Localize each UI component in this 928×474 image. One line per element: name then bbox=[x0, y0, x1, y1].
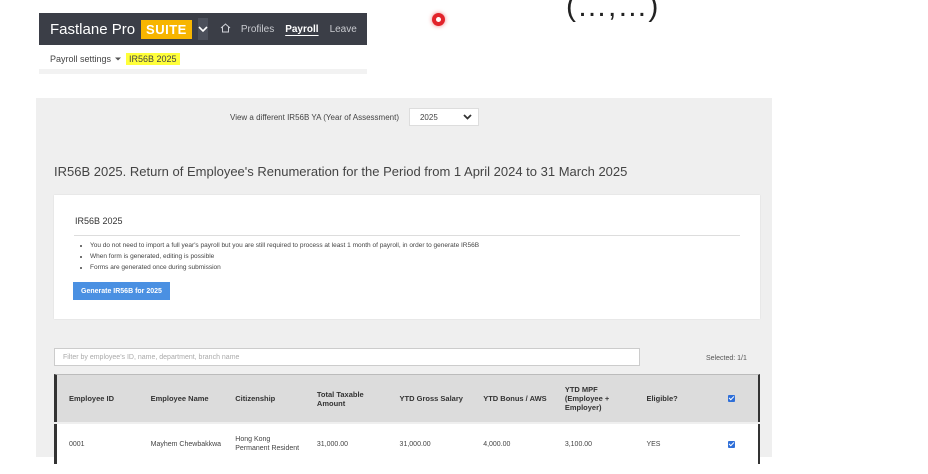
row-select-cell bbox=[702, 440, 758, 448]
chevron-down-icon bbox=[198, 25, 208, 32]
breadcrumb-current: IR56B 2025 bbox=[126, 52, 180, 65]
home-icon[interactable] bbox=[220, 22, 231, 36]
ya-select[interactable]: 2025 bbox=[408, 108, 479, 126]
table-header-row: Employee ID Employee Name Citizenship To… bbox=[54, 374, 760, 422]
list-item: When form is generated, editing is possi… bbox=[90, 251, 479, 262]
nav-item-leave[interactable]: Leave bbox=[330, 24, 357, 35]
nav-item-profiles[interactable]: Profiles bbox=[241, 24, 274, 35]
main-content: View a different IR56B YA (Year of Asses… bbox=[36, 98, 772, 464]
ir56b-info-card: IR56B 2025 You do not need to import a f… bbox=[54, 195, 760, 319]
breadcrumb-parent[interactable]: Payroll settings bbox=[50, 54, 111, 64]
brand-name[interactable]: Fastlane Pro bbox=[50, 21, 135, 38]
cell-mpf: 3,100.00 bbox=[564, 440, 593, 448]
cell-gross: 31,000.00 bbox=[399, 440, 431, 448]
column-header-eligible[interactable]: Eligible? bbox=[634, 394, 702, 403]
column-header-mpf[interactable]: YTD MPF (Employee + Employer) bbox=[553, 385, 635, 412]
list-item: You do not need to import a full year's … bbox=[90, 240, 479, 251]
employee-table: Employee ID Employee Name Citizenship To… bbox=[54, 374, 760, 474]
generate-ir56b-button[interactable]: Generate IR56B for 2025 bbox=[73, 282, 170, 300]
table-row[interactable]: 0001 Mayhem Chewbakkwa Hong Kong Permane… bbox=[54, 424, 760, 464]
cell-citizenship: Hong Kong Permanent Resident bbox=[235, 436, 300, 452]
cell-eligible: YES bbox=[646, 440, 661, 448]
select-all-cell bbox=[702, 395, 758, 402]
breadcrumb: Payroll settings IR56B 2025 bbox=[39, 48, 367, 74]
top-navbar: Fastlane Pro SUITE Profiles Payroll Leav… bbox=[39, 13, 367, 45]
ya-select-value: 2025 bbox=[419, 112, 438, 122]
row-select-checkbox[interactable] bbox=[728, 440, 736, 448]
cropped-corner-text: (…,…) bbox=[566, 0, 660, 23]
cell-employee-id: 0001 bbox=[69, 440, 85, 448]
suite-badge: SUITE bbox=[141, 19, 192, 39]
chevron-down-icon bbox=[463, 114, 472, 120]
selected-count: Selected: 1/1 bbox=[706, 355, 747, 362]
select-all-checkbox[interactable] bbox=[728, 395, 736, 402]
column-header-employee-id[interactable]: Employee ID bbox=[57, 394, 139, 403]
column-header-gross[interactable]: YTD Gross Salary bbox=[388, 394, 472, 403]
ya-selector-label: View a different IR56B YA (Year of Asses… bbox=[230, 112, 399, 122]
cell-bonus: 4,000.00 bbox=[483, 440, 511, 448]
cell-employee-name: Mayhem Chewbakkwa bbox=[150, 440, 222, 448]
page-title: IR56B 2025. Return of Employee's Renumer… bbox=[54, 164, 628, 179]
info-bullet-list: You do not need to import a full year's … bbox=[80, 240, 479, 273]
column-header-taxable[interactable]: Total Taxable Amount bbox=[305, 390, 388, 408]
nav-item-payroll[interactable]: Payroll bbox=[285, 24, 318, 35]
recording-indicator-icon bbox=[432, 13, 445, 26]
card-title: IR56B 2025 bbox=[75, 216, 123, 226]
column-header-bonus[interactable]: YTD Bonus / AWS bbox=[471, 394, 553, 403]
caret-down-icon bbox=[115, 57, 122, 60]
list-item: Forms are generated once during submissi… bbox=[90, 262, 479, 273]
divider bbox=[74, 235, 740, 236]
column-header-employee-name[interactable]: Employee Name bbox=[139, 394, 224, 403]
employee-filter-input[interactable]: Filter by employee's ID, name, departmen… bbox=[54, 348, 640, 366]
column-header-citizenship[interactable]: Citizenship bbox=[223, 394, 305, 403]
ya-selector-row: View a different IR56B YA (Year of Asses… bbox=[230, 108, 479, 126]
app-switcher-button[interactable] bbox=[197, 18, 208, 40]
cell-taxable: 31,000.00 bbox=[316, 440, 349, 448]
